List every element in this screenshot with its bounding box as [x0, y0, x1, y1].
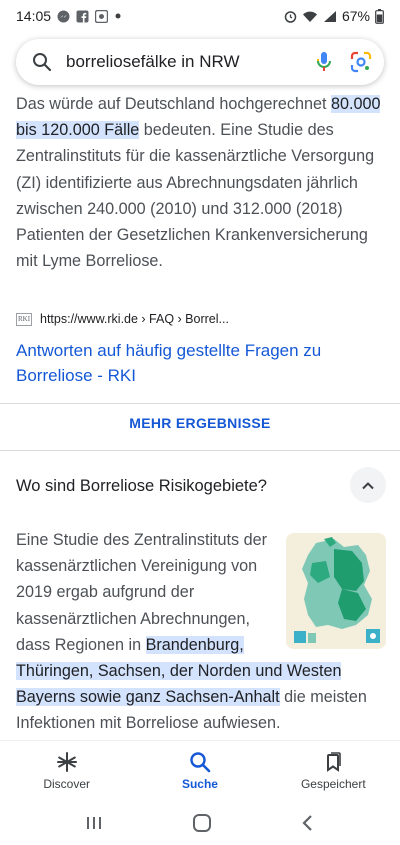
- saved-icon: [322, 751, 344, 773]
- nav-saved-label: Gespeichert: [300, 777, 366, 791]
- back-icon[interactable]: [301, 814, 315, 832]
- nav-discover-label: Discover: [43, 777, 90, 791]
- home-icon[interactable]: [192, 813, 212, 833]
- nav-search[interactable]: Suche: [140, 741, 260, 800]
- divider: [0, 450, 400, 451]
- faq-answer: Eine Studie des Zentralinstituts der kas…: [16, 527, 386, 737]
- app-icon: [95, 9, 109, 23]
- recent-apps-icon[interactable]: [85, 815, 103, 831]
- source-line[interactable]: RKI https://www.rki.de › FAQ › Borrel...: [16, 312, 229, 326]
- germany-map-thumbnail[interactable]: [286, 533, 386, 649]
- source-url[interactable]: https://www.rki.de › FAQ › Borrel...: [40, 312, 229, 326]
- search-icon: [189, 751, 211, 773]
- signal-icon: [323, 10, 337, 23]
- snippet-text-after: bedeuten. Eine Studie des Zentralinstitu…: [16, 121, 375, 271]
- faq-question[interactable]: Wo sind Borreliose Risikogebiete?: [16, 477, 267, 496]
- microphone-icon[interactable]: [316, 51, 332, 73]
- google-lens-icon[interactable]: [350, 51, 372, 73]
- asterisk-icon: [56, 751, 78, 773]
- nav-discover[interactable]: Discover: [7, 741, 127, 800]
- more-results-button[interactable]: MEHR ERGEBNISSE: [0, 415, 400, 431]
- status-time: 14:05: [16, 8, 52, 24]
- alarm-icon: [284, 10, 297, 23]
- featured-snippet-text: Das würde auf Deutschland hochgerechnet …: [16, 91, 386, 274]
- status-bar: 14:05 67%: [0, 0, 400, 32]
- nav-saved[interactable]: Gespeichert: [273, 741, 393, 800]
- rki-favicon: RKI: [16, 312, 32, 326]
- search-icon: [32, 52, 52, 72]
- notification-dot-icon: [114, 12, 122, 20]
- facebook-icon: [76, 10, 89, 23]
- system-navigation-bar: [0, 800, 400, 845]
- battery-percent: 67%: [341, 8, 370, 24]
- divider: [0, 403, 400, 404]
- search-query[interactable]: borreliosefälke in NRW: [66, 52, 316, 72]
- chevron-up-icon: [361, 481, 375, 490]
- results-content: Das würde auf Deutschland hochgerechnet …: [0, 88, 400, 740]
- bottom-navigation: Discover Suche Gespeichert: [0, 740, 400, 800]
- battery-icon: [375, 8, 384, 24]
- messenger-icon: [57, 10, 70, 23]
- search-bar[interactable]: borreliosefälke in NRW: [16, 39, 384, 85]
- result-link-title[interactable]: Antworten auf häufig gestellte Fragen zu…: [16, 338, 356, 388]
- snippet-text-before: Das würde auf Deutschland hochgerechnet: [16, 95, 331, 113]
- wifi-icon: [302, 10, 318, 23]
- nav-search-label: Suche: [181, 777, 218, 791]
- collapse-button[interactable]: [350, 467, 386, 503]
